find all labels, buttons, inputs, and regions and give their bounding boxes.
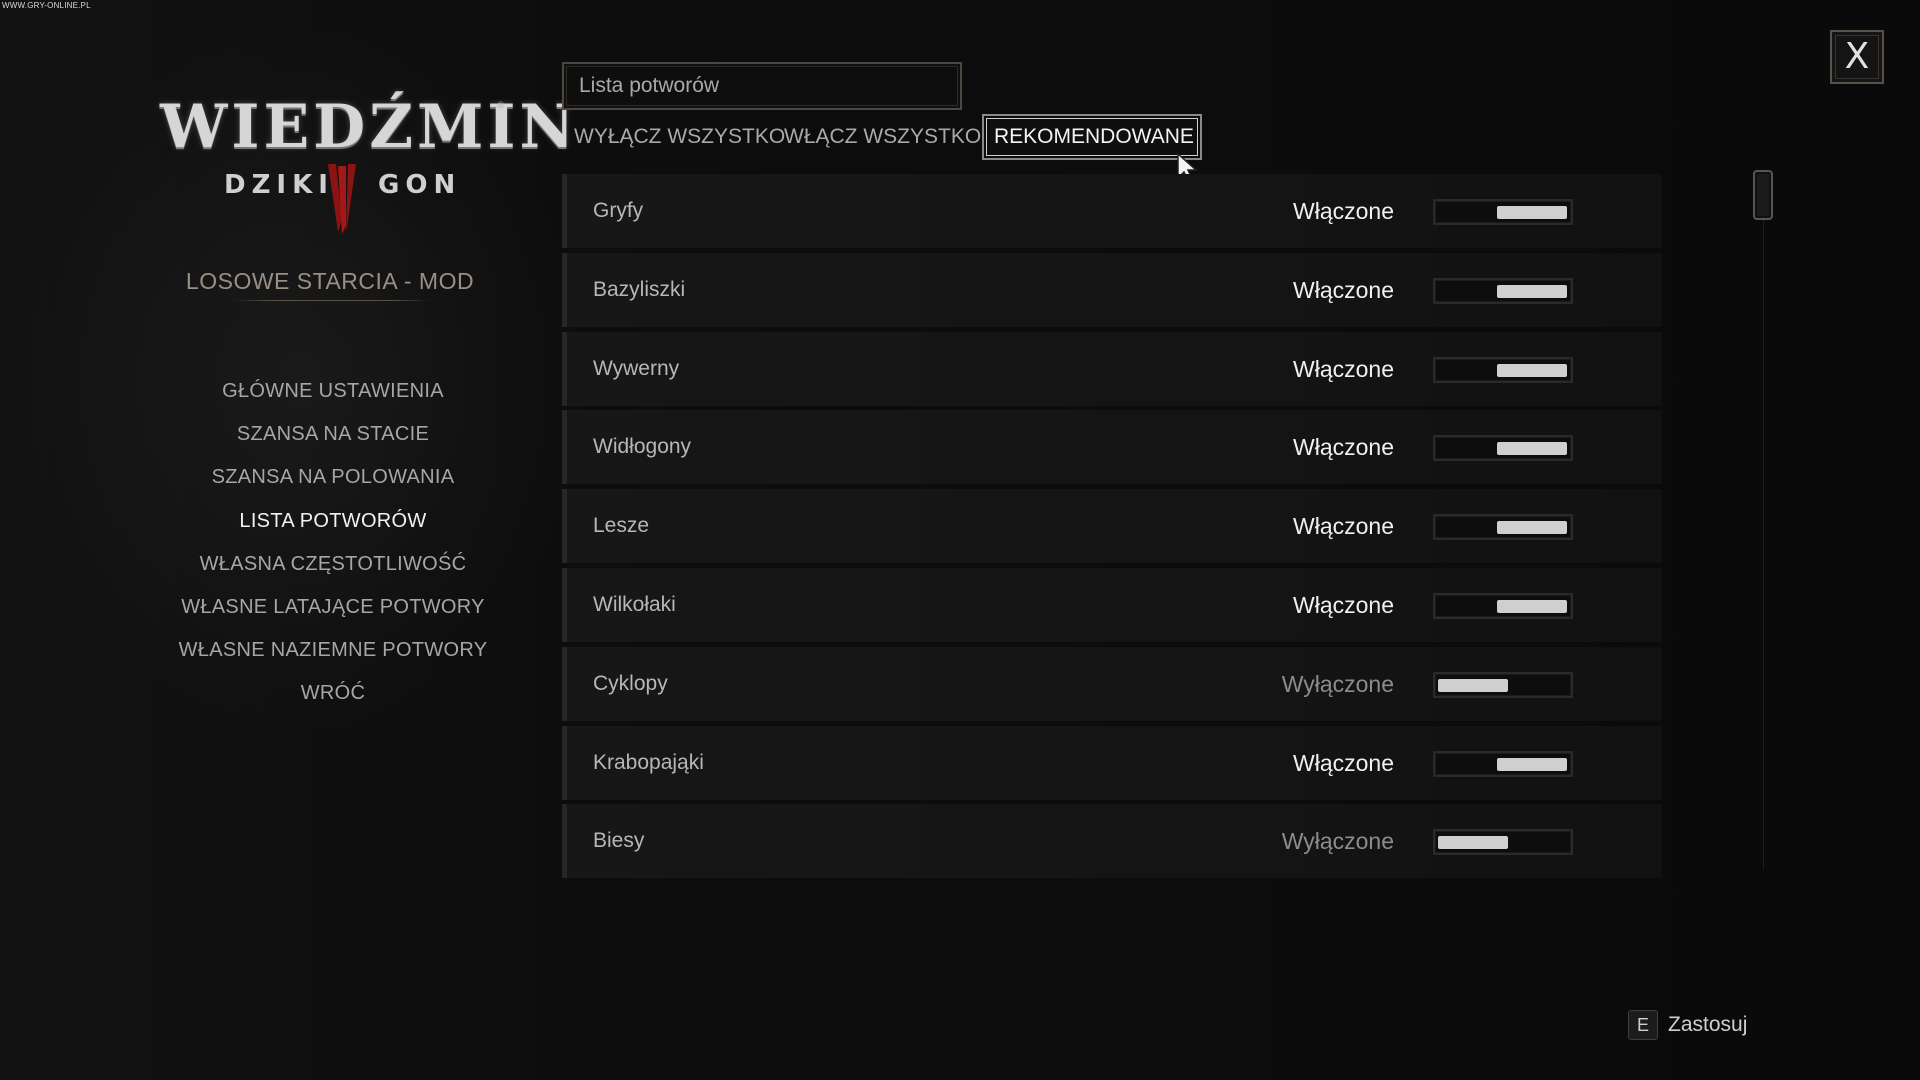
- toggle-switch[interactable]: [1433, 514, 1573, 541]
- toggle-knob: [1497, 284, 1567, 298]
- monster-row[interactable]: Wywerny Włączone: [562, 331, 1662, 406]
- menu-item[interactable]: LISTA POTWORÓW: [150, 500, 516, 543]
- apply-hint[interactable]: E Zastosuj: [1628, 1008, 1747, 1042]
- status-label: Włączone: [1293, 355, 1394, 382]
- game-logo: WIEDŹMIN ® DZIKI GON: [160, 92, 579, 242]
- monster-name: Bazyliszki: [593, 277, 686, 301]
- monster-row[interactable]: Cyklopy Wyłączone: [562, 646, 1662, 721]
- toggle-knob: [1497, 521, 1567, 535]
- status-label: Włączone: [1293, 434, 1394, 461]
- monster-row[interactable]: Krabopająki Włączone: [562, 725, 1662, 800]
- disable-all-button[interactable]: WYŁĄCZ WSZYSTKO: [574, 112, 785, 162]
- toggle-knob: [1497, 757, 1567, 771]
- status-label: Włączone: [1293, 749, 1394, 776]
- monster-name: Gryfy: [593, 199, 644, 222]
- close-button[interactable]: X: [1830, 30, 1884, 84]
- status-label: Włączone: [1293, 591, 1394, 618]
- status-label: Wyłączone: [1281, 670, 1394, 697]
- scrollbar-thumb[interactable]: [1753, 170, 1773, 220]
- status-label: Wyłączone: [1281, 828, 1394, 855]
- toggle-switch[interactable]: [1433, 829, 1573, 856]
- monster-list: Gryfy Włączone Bazyliszki Włączone Wywerny Wł…: [562, 174, 1662, 883]
- toggle-switch[interactable]: [1433, 435, 1573, 462]
- toggle-knob: [1497, 442, 1567, 456]
- scrollbar-track[interactable]: [1763, 180, 1764, 870]
- status-label: Włączone: [1293, 198, 1394, 224]
- menu-item[interactable]: WŁASNE LATAJĄCE POTWORY: [150, 586, 516, 629]
- status-label: Włączone: [1293, 513, 1394, 540]
- monster-name: Krabopająki: [593, 750, 704, 774]
- watermark: WWW.GRY-ONLINE.PL: [2, 1, 91, 10]
- monster-name: Cyklopy: [593, 671, 668, 695]
- close-icon: X: [1844, 36, 1870, 77]
- toggle-knob: [1438, 678, 1508, 692]
- toggle-knob: [1497, 363, 1567, 377]
- toggle-knob: [1438, 836, 1508, 850]
- apply-key-icon: E: [1628, 1010, 1658, 1040]
- recommended-button[interactable]: REKOMENDOWANE: [982, 114, 1202, 160]
- monster-name: Biesy: [593, 829, 645, 853]
- section-title-box: Lista potworów: [562, 62, 962, 110]
- mod-title: LOSOWE STARCIA - MOD: [185, 268, 475, 294]
- toggle-switch[interactable]: [1433, 199, 1573, 225]
- monster-row[interactable]: Biesy Wyłączone: [562, 804, 1662, 879]
- logo-registered-mark: ®: [497, 100, 504, 110]
- mod-title-divider: [232, 300, 432, 301]
- claw-mark-icon: [328, 164, 356, 234]
- toggle-switch[interactable]: [1433, 671, 1573, 698]
- monster-row[interactable]: Bazyliszki Włączone: [562, 252, 1662, 327]
- monster-row[interactable]: Widłogony Włączone: [562, 410, 1662, 485]
- toggle-switch[interactable]: [1433, 356, 1573, 383]
- menu-item[interactable]: GŁÓWNE USTAWIENIA: [150, 370, 516, 413]
- toggle-knob: [1497, 599, 1567, 613]
- monster-row[interactable]: Wilkołaki Włączone: [562, 567, 1662, 642]
- menu-item[interactable]: WŁASNA CZĘSTOTLIWOŚĆ: [150, 543, 516, 586]
- toggle-switch[interactable]: [1433, 277, 1573, 304]
- logo-subtitle-left: DZIKI: [224, 170, 334, 200]
- apply-label: Zastosuj: [1668, 1013, 1748, 1036]
- monster-name: Wilkołaki: [593, 592, 676, 616]
- menu-item[interactable]: WRÓĆ: [150, 672, 516, 715]
- logo-title: WIEDŹMIN: [160, 92, 579, 162]
- monster-name: Wywerny: [593, 356, 680, 380]
- menu-item[interactable]: SZANSA NA STACIE: [150, 413, 516, 456]
- mod-menu-screen: WWW.GRY-ONLINE.PL X WIEDŹMIN ® DZIKI GON…: [0, 0, 1920, 1080]
- monster-row[interactable]: Gryfy Włączone: [562, 174, 1662, 248]
- menu-item[interactable]: SZANSA NA POLOWANIA: [150, 456, 516, 499]
- toggle-knob: [1497, 206, 1567, 219]
- monster-name: Widłogony: [593, 435, 692, 459]
- enable-all-button[interactable]: WŁĄCZ WSZYSTKO: [784, 112, 981, 162]
- toggle-switch[interactable]: [1433, 750, 1573, 777]
- side-menu: GŁÓWNE USTAWIENIA SZANSA NA STACIE SZANSA …: [150, 370, 516, 716]
- monster-row[interactable]: Lesze Włączone: [562, 489, 1662, 564]
- menu-item[interactable]: WŁASNE NAZIEMNE POTWORY: [150, 629, 516, 672]
- status-label: Włączone: [1293, 276, 1394, 303]
- logo-subtitle-right: GON: [378, 170, 462, 200]
- toggle-switch[interactable]: [1433, 592, 1573, 619]
- monster-name: Lesze: [593, 514, 650, 538]
